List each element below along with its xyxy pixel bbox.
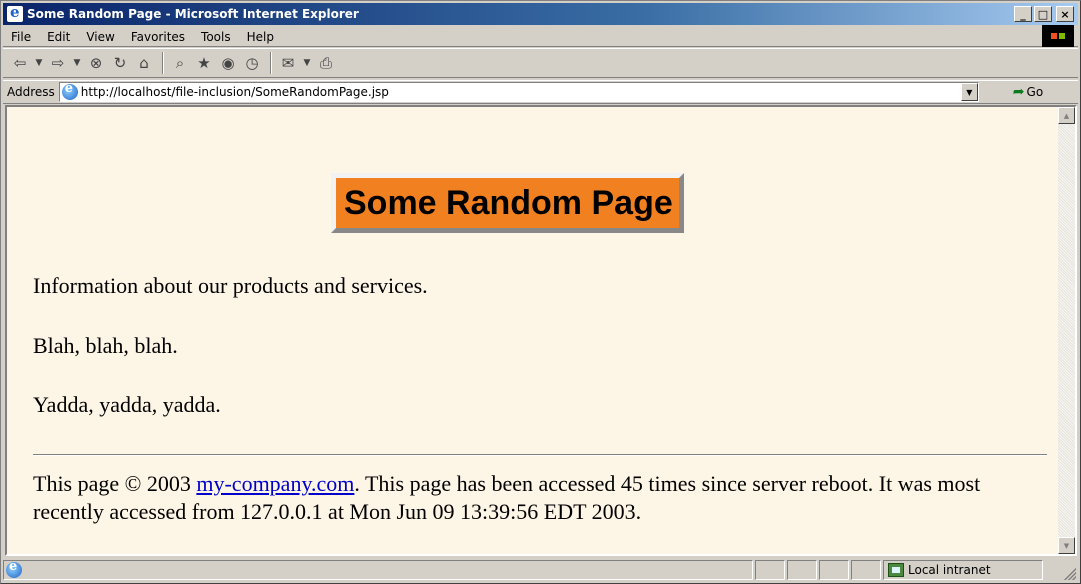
title-bar[interactable]: Some Random Page - Microsoft Internet Ex… bbox=[3, 3, 1078, 25]
browser-window: Some Random Page - Microsoft Internet Ex… bbox=[0, 0, 1081, 584]
go-button[interactable]: ➦ Go bbox=[1013, 84, 1043, 100]
footer-prefix: This page © 2003 bbox=[33, 471, 197, 496]
menu-bar: File Edit View Favorites Tools Help bbox=[3, 25, 1078, 47]
heading-box: Some Random Page bbox=[331, 173, 684, 233]
vertical-scrollbar[interactable]: ▲ ▼ bbox=[1058, 107, 1075, 554]
toolbar-separator bbox=[270, 52, 272, 74]
back-dropdown-icon[interactable]: ▼ bbox=[33, 52, 45, 74]
mail-dropdown-icon[interactable]: ▼ bbox=[301, 52, 313, 74]
status-bar: Local intranet bbox=[3, 558, 1078, 582]
horizontal-rule bbox=[33, 454, 1047, 456]
close-button[interactable]: × bbox=[1056, 6, 1074, 22]
address-dropdown-icon[interactable]: ▼ bbox=[960, 83, 978, 101]
heading-wrap: Some Random Page bbox=[331, 173, 684, 233]
menu-edit[interactable]: Edit bbox=[39, 28, 78, 46]
intranet-icon bbox=[888, 563, 904, 577]
paragraph-products: Information about our products and servi… bbox=[33, 273, 428, 298]
status-cell bbox=[787, 560, 817, 580]
history-icon[interactable]: ◷ bbox=[241, 52, 263, 74]
menu-tools[interactable]: Tools bbox=[193, 28, 239, 46]
status-main bbox=[3, 559, 753, 580]
address-input[interactable] bbox=[80, 85, 961, 99]
print-icon[interactable]: ⎙ bbox=[315, 52, 337, 74]
toolbar-separator bbox=[162, 52, 164, 74]
menu-help[interactable]: Help bbox=[239, 28, 282, 46]
standard-toolbar: ⇦ ▼ ⇨ ▼ ⊗ ↻ ⌂ ⌕ ★ ◉ ◷ ✉ ▼ ⎙ bbox=[3, 48, 1078, 78]
paragraph-blah: Blah, blah, blah. bbox=[33, 333, 178, 358]
content-frame: Some Random Page Information about our p… bbox=[5, 105, 1077, 556]
ie-logo-icon[interactable] bbox=[7, 3, 23, 22]
page-icon bbox=[61, 81, 78, 100]
status-cell bbox=[755, 560, 785, 580]
status-cell bbox=[851, 560, 881, 580]
address-bar: Address ▼ ➦ Go bbox=[3, 80, 1078, 104]
refresh-icon[interactable]: ↻ bbox=[109, 52, 131, 74]
security-zone[interactable]: Local intranet bbox=[883, 560, 1043, 580]
status-cell bbox=[819, 560, 849, 580]
paragraph-yadda: Yadda, yadda, yadda. bbox=[33, 392, 221, 417]
forward-icon[interactable]: ⇨ bbox=[47, 52, 69, 74]
search-icon[interactable]: ⌕ bbox=[169, 52, 191, 74]
window-controls: _ □ × bbox=[1014, 6, 1074, 22]
page-content: Some Random Page Information about our p… bbox=[7, 107, 1058, 554]
status-page-icon bbox=[6, 559, 22, 578]
address-label: Address bbox=[7, 85, 55, 99]
scroll-up-icon[interactable]: ▲ bbox=[1058, 107, 1075, 124]
window-title: Some Random Page - Microsoft Internet Ex… bbox=[27, 7, 359, 21]
menu-file[interactable]: File bbox=[3, 28, 39, 46]
home-icon[interactable]: ⌂ bbox=[133, 52, 155, 74]
back-icon[interactable]: ⇦ bbox=[9, 52, 31, 74]
resize-grip-icon[interactable] bbox=[1064, 568, 1076, 580]
zone-label: Local intranet bbox=[908, 563, 991, 577]
scroll-down-icon[interactable]: ▼ bbox=[1058, 537, 1075, 554]
media-icon[interactable]: ◉ bbox=[217, 52, 239, 74]
favorites-icon[interactable]: ★ bbox=[193, 52, 215, 74]
go-arrow-icon: ➦ bbox=[1012, 84, 1025, 100]
forward-dropdown-icon[interactable]: ▼ bbox=[71, 52, 83, 74]
mail-icon[interactable]: ✉ bbox=[277, 52, 299, 74]
footer-text: This page © 2003 my-company.com. This pa… bbox=[33, 470, 1033, 526]
minimize-button[interactable]: _ bbox=[1014, 6, 1032, 22]
maximize-button[interactable]: □ bbox=[1034, 6, 1052, 22]
address-field[interactable]: ▼ bbox=[58, 81, 979, 102]
stop-icon[interactable]: ⊗ bbox=[85, 52, 107, 74]
go-label: Go bbox=[1026, 85, 1044, 99]
menu-favorites[interactable]: Favorites bbox=[123, 28, 193, 46]
page-heading: Some Random Page bbox=[344, 184, 673, 222]
company-link[interactable]: my-company.com bbox=[196, 471, 354, 496]
windows-logo-icon bbox=[1042, 25, 1074, 47]
menu-view[interactable]: View bbox=[78, 28, 122, 46]
